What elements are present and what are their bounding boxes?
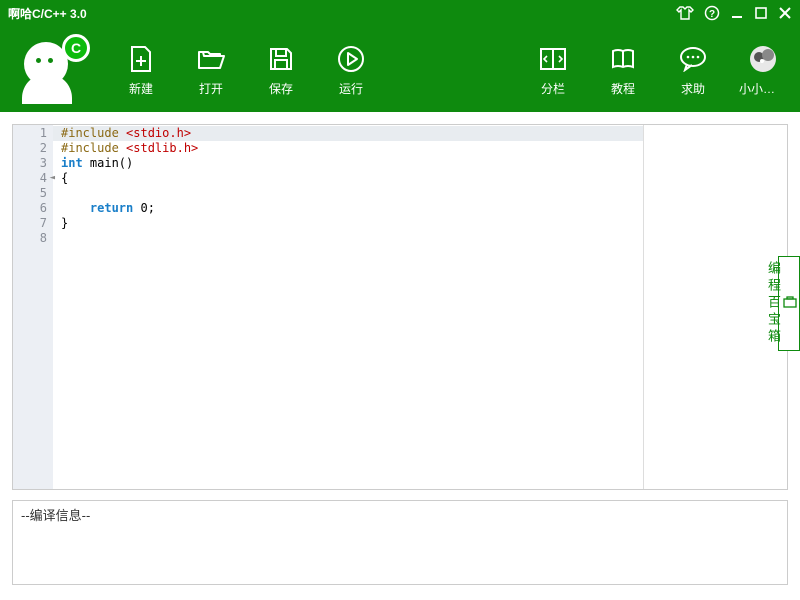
run-button[interactable]: 运行	[328, 42, 374, 97]
help-button[interactable]: 求助	[670, 42, 716, 97]
svg-text:?: ?	[709, 9, 715, 20]
code-line[interactable]	[61, 186, 643, 201]
window-controls: ?	[676, 5, 792, 21]
toolbox-side-tab[interactable]: 编程百宝箱	[778, 256, 800, 351]
compile-output-panel[interactable]: --编译信息--	[12, 500, 788, 585]
user-avatar-icon	[748, 42, 778, 76]
content-area: 12345678 #include <stdio.h>#include <std…	[0, 112, 800, 600]
line-number: 6	[13, 201, 53, 216]
code-line[interactable]	[61, 231, 643, 246]
line-number: 7	[13, 216, 53, 231]
main-toolbar: C 新建 打开 保存 运行	[0, 26, 800, 112]
play-icon	[336, 42, 366, 76]
title-bar: 啊哈C/C++ 3.0 ?	[0, 0, 800, 26]
code-area[interactable]: #include <stdio.h>#include <stdlib.h>int…	[53, 125, 643, 489]
code-line[interactable]: }	[61, 216, 643, 231]
code-editor[interactable]: 12345678 #include <stdio.h>#include <std…	[12, 124, 788, 490]
save-icon	[267, 42, 295, 76]
side-tab-label: 编程百宝箱	[764, 261, 783, 346]
line-gutter: 12345678	[13, 125, 53, 489]
chat-icon	[678, 42, 708, 76]
open-button[interactable]: 打开	[188, 42, 234, 97]
user-button[interactable]: 小小开心...	[740, 42, 786, 97]
app-title: 啊哈C/C++ 3.0	[8, 5, 87, 22]
line-number: 1	[13, 126, 53, 141]
briefcase-icon	[783, 296, 797, 308]
split-icon	[538, 42, 568, 76]
line-number: 3	[13, 156, 53, 171]
code-line[interactable]: {	[61, 171, 643, 186]
new-file-icon	[127, 42, 155, 76]
folder-open-icon	[196, 42, 226, 76]
avatar-bubble-icon: C	[62, 34, 90, 62]
split-button[interactable]: 分栏	[530, 42, 576, 97]
code-line[interactable]: #include <stdio.h>	[53, 126, 643, 141]
line-number: 8	[13, 231, 53, 246]
line-number: 4	[13, 171, 53, 186]
new-button[interactable]: 新建	[118, 42, 164, 97]
close-icon[interactable]	[778, 6, 792, 20]
maximize-icon[interactable]	[754, 6, 768, 20]
compile-header: --编译信息--	[21, 505, 779, 524]
code-line[interactable]: #include <stdlib.h>	[61, 141, 643, 156]
code-line[interactable]: return 0;	[61, 201, 643, 216]
line-number: 2	[13, 141, 53, 156]
minimize-icon[interactable]	[730, 6, 744, 20]
app-avatar[interactable]: C	[14, 34, 100, 104]
code-line[interactable]: int main()	[61, 156, 643, 171]
book-icon	[609, 42, 637, 76]
line-number: 5	[13, 186, 53, 201]
shirt-icon[interactable]	[676, 5, 694, 21]
help-icon[interactable]: ?	[704, 5, 720, 21]
tutorial-button[interactable]: 教程	[600, 42, 646, 97]
save-button[interactable]: 保存	[258, 42, 304, 97]
